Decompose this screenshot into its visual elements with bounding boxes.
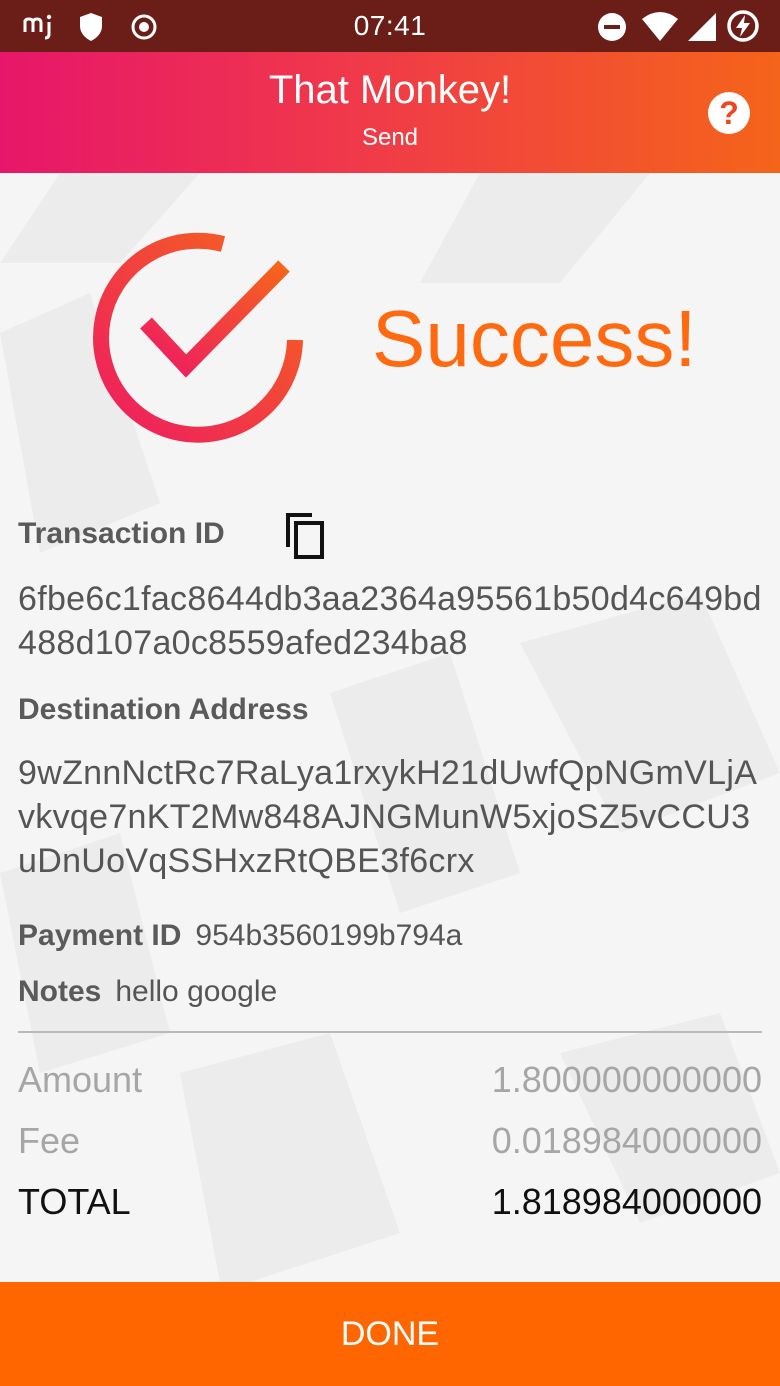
wifi-icon	[642, 12, 678, 41]
help-button[interactable]: ?	[708, 92, 750, 134]
amount-row: Amount 1.800000000000	[18, 1059, 762, 1103]
total-label: TOTAL	[18, 1181, 131, 1222]
status-bar: 07:41	[0, 0, 780, 52]
divider	[18, 1031, 762, 1033]
done-button[interactable]: DONE	[0, 1282, 780, 1386]
total-value: 1.818984000000	[491, 1181, 762, 1222]
copy-icon[interactable]	[282, 511, 328, 561]
payment-id-row: Payment ID 954b3560199b794a	[18, 919, 462, 953]
transaction-success-panel: Success! Transaction ID 6fbe6c1fac8644db…	[0, 173, 780, 1282]
payment-id-label: Payment ID	[18, 919, 182, 952]
fee-row: Fee 0.018984000000	[18, 1120, 762, 1164]
amount-label: Amount	[18, 1059, 143, 1100]
notes-value: hello google	[115, 975, 278, 1008]
transaction-id-value: 6fbe6c1fac8644db3aa2364a95561b50d4c649bd…	[18, 580, 762, 662]
success-heading: Success!	[372, 294, 697, 383]
fee-value: 0.018984000000	[491, 1120, 762, 1161]
total-row: TOTAL 1.818984000000	[18, 1181, 762, 1225]
amount-value: 1.800000000000	[491, 1059, 762, 1100]
notes-label: Notes	[18, 975, 102, 1008]
transaction-id-label: Transaction ID	[18, 517, 225, 550]
payment-id-value: 954b3560199b794a	[195, 919, 463, 952]
notes-row: Notes hello google	[18, 975, 277, 1009]
battery-charging-icon	[727, 10, 759, 42]
check-circle-icon	[93, 232, 303, 443]
app-title: That Monkey!	[268, 68, 512, 112]
app-bar: That Monkey! Send ?	[0, 52, 780, 173]
destination-address-value: 9wZnnNctRc7RaLya1rxykH21dUwfQpNGmVLjAvkv…	[18, 754, 758, 880]
do-not-disturb-icon	[598, 13, 626, 41]
destination-address-label: Destination Address	[18, 693, 309, 726]
fee-label: Fee	[18, 1120, 81, 1161]
app-subtitle: Send	[361, 124, 419, 151]
signal-icon	[688, 13, 716, 41]
